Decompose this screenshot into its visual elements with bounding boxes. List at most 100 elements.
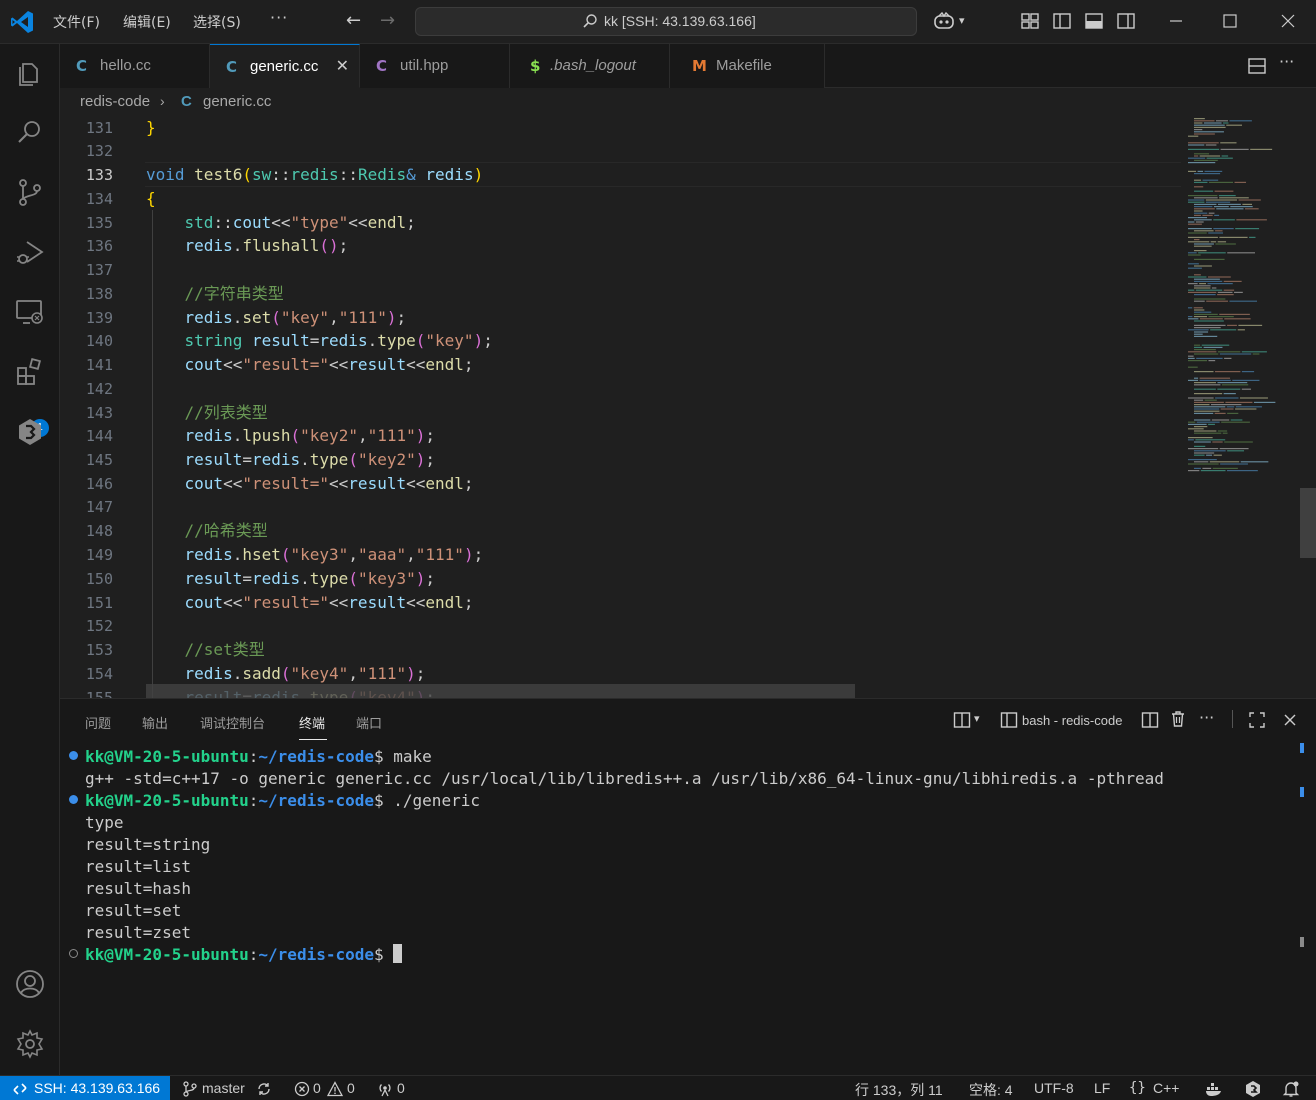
horizontal-scrollbar[interactable] xyxy=(146,684,855,698)
cpp-header-file-icon: C xyxy=(376,57,388,75)
terminal-name[interactable]: bash - redis-code xyxy=(1022,713,1122,728)
copilot-dropdown-icon[interactable]: ▾ xyxy=(959,14,979,34)
menu-more[interactable]: ··· xyxy=(270,8,288,27)
extensions-icon[interactable] xyxy=(14,356,46,388)
toggle-secondary-sidebar-icon[interactable] xyxy=(1116,11,1136,31)
indentation[interactable]: 空格: 4 xyxy=(969,1080,1013,1100)
back-arrow-icon[interactable]: ← xyxy=(346,10,361,31)
command-center-search[interactable]: kk [SSH: 43.139.63.166] xyxy=(415,7,917,36)
extension-status-icon[interactable] xyxy=(1244,1080,1262,1098)
minimap-line xyxy=(1223,280,1242,282)
minimap[interactable] xyxy=(1188,116,1300,476)
minimap-line xyxy=(1235,406,1262,408)
minimap-line xyxy=(1241,351,1267,353)
tab-debug-console[interactable]: 调试控制台 xyxy=(200,713,265,732)
ports-icon[interactable] xyxy=(377,1081,393,1097)
minimap-line xyxy=(1194,206,1213,208)
close-window-icon[interactable] xyxy=(1278,11,1298,31)
minimap-line xyxy=(1216,208,1244,210)
tab-ports[interactable]: 端口 xyxy=(356,713,382,732)
minimap-line xyxy=(1226,124,1242,126)
command-success-icon[interactable] xyxy=(69,795,78,804)
copilot-icon[interactable] xyxy=(933,11,957,31)
activity-bar: 1 xyxy=(0,44,60,1075)
chevron-down-icon[interactable]: ▾ xyxy=(974,712,980,725)
split-editor-icon[interactable] xyxy=(1247,56,1267,76)
forward-arrow-icon[interactable]: → xyxy=(380,10,395,31)
minimap-line xyxy=(1194,278,1220,280)
minimap-line xyxy=(1208,232,1224,234)
search-icon[interactable] xyxy=(14,116,46,148)
minimap-line xyxy=(1194,353,1219,355)
source-control-icon[interactable] xyxy=(14,176,46,208)
tab-generic-cc[interactable]: C generic.cc ✕ xyxy=(210,44,360,88)
error-icon[interactable] xyxy=(294,1081,310,1097)
close-tab-icon[interactable]: ✕ xyxy=(336,56,349,75)
run-debug-icon[interactable] xyxy=(14,236,46,268)
minimap-line xyxy=(1194,300,1205,302)
end-of-line[interactable]: LF xyxy=(1094,1080,1110,1096)
customize-layout-icon[interactable] xyxy=(1020,11,1040,31)
docker-whale-icon[interactable] xyxy=(1205,1081,1223,1097)
line-number: 155 xyxy=(85,689,113,698)
minimap-line xyxy=(1194,401,1224,403)
breadcrumb-folder[interactable]: redis-code xyxy=(80,93,150,110)
vscode-logo-icon[interactable] xyxy=(8,8,36,36)
toggle-panel-icon[interactable] xyxy=(1084,11,1104,31)
account-icon[interactable] xyxy=(14,968,46,1000)
file-encoding[interactable]: UTF-8 xyxy=(1034,1080,1074,1096)
close-panel-icon[interactable] xyxy=(1281,711,1299,729)
line-number: 145 xyxy=(85,451,113,469)
warning-icon[interactable] xyxy=(327,1081,343,1097)
vertical-scrollbar[interactable] xyxy=(1300,488,1316,558)
remote-indicator[interactable]: SSH: 43.139.63.166 xyxy=(0,1076,170,1100)
menu-selection[interactable]: 选择(S) xyxy=(193,12,241,32)
minimap-line xyxy=(1199,155,1221,157)
minimize-icon[interactable] xyxy=(1166,11,1186,31)
sync-icon[interactable] xyxy=(256,1081,272,1097)
minimap-line xyxy=(1194,406,1226,408)
terminal-scrollbar[interactable] xyxy=(1300,743,1304,947)
minimap-line xyxy=(1194,461,1209,463)
breadcrumb-file[interactable]: generic.cc xyxy=(203,93,271,110)
terminal-line: kk@VM-20-5-ubuntu:~/redis-code$ ./generi… xyxy=(85,791,480,810)
tab-util-hpp[interactable]: C util.hpp xyxy=(360,44,510,88)
notifications-bell-icon[interactable] xyxy=(1282,1080,1300,1098)
trash-icon[interactable] xyxy=(1169,710,1187,728)
tab-output[interactable]: 输出 xyxy=(142,713,168,732)
minimap-line xyxy=(1194,450,1226,452)
tab-makefile[interactable]: M Makefile xyxy=(670,44,825,88)
remote-explorer-icon[interactable] xyxy=(14,296,46,328)
git-branch[interactable]: master xyxy=(202,1080,245,1096)
more-actions-icon[interactable]: ··· xyxy=(1279,52,1299,72)
code-editor[interactable]: 131 132 133 134 135 136 137 138 139 140 141 142 143 1… xyxy=(60,116,1316,698)
manage-gear-icon[interactable] xyxy=(14,1028,46,1060)
command-success-icon[interactable] xyxy=(69,751,78,760)
minimap-line xyxy=(1194,280,1223,282)
tab-problems[interactable]: 问题 xyxy=(85,713,111,732)
menu-edit[interactable]: 编辑(E) xyxy=(123,12,171,32)
active-tab-indicator xyxy=(299,739,327,740)
tab-hello-cc[interactable]: C hello.cc xyxy=(60,44,210,88)
language-mode[interactable]: C++ xyxy=(1153,1080,1179,1096)
minimap-line xyxy=(1200,470,1226,472)
split-pane-icon[interactable] xyxy=(1141,711,1159,729)
tab-terminal[interactable]: 终端 xyxy=(299,713,325,732)
line-number: 132 xyxy=(85,142,113,160)
maximize-icon[interactable] xyxy=(1220,11,1240,31)
split-terminal-icon[interactable] xyxy=(953,711,971,729)
minimap-line xyxy=(1194,309,1205,311)
explorer-icon[interactable] xyxy=(14,56,46,88)
terminal-line: g++ -std=c++17 -o generic generic.cc /us… xyxy=(85,769,1164,788)
menu-file[interactable]: 文件(F) xyxy=(53,12,100,32)
minimap-line xyxy=(1188,195,1218,197)
toggle-primary-sidebar-icon[interactable] xyxy=(1052,11,1072,31)
more-actions-icon[interactable]: ··· xyxy=(1199,708,1214,727)
tab-bash-logout[interactable]: $ .bash_logout xyxy=(510,44,670,88)
bottom-panel: 问题 输出 调试控制台 终端 端口 ▾ bash - redis-code ··… xyxy=(60,698,1316,1075)
cursor-position[interactable]: 行 133，列 11 xyxy=(855,1080,943,1100)
search-icon xyxy=(583,14,597,28)
docker-icon[interactable] xyxy=(14,416,46,448)
maximize-panel-icon[interactable] xyxy=(1248,711,1266,729)
code-line: //列表类型 xyxy=(184,403,268,422)
